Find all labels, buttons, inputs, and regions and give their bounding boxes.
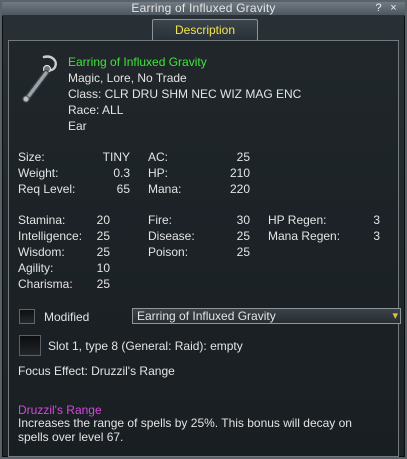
item-flags: Magic, Lore, No Trade	[68, 71, 187, 85]
close-button[interactable]: ×	[388, 2, 399, 14]
item-variant-dropdown[interactable]: Earring of Influxed Gravity ▾	[132, 308, 401, 324]
stamina-label: Stamina:	[18, 213, 66, 227]
charisma-value: 25	[96, 277, 110, 291]
augment-slot-box[interactable]	[19, 335, 41, 356]
fire-resist-label: Fire:	[148, 213, 172, 227]
item-name: Earring of Influxed Gravity	[68, 55, 207, 69]
item-race: Race: ALL	[68, 103, 124, 117]
modified-checkbox[interactable]	[19, 309, 35, 324]
mana-label: Mana:	[148, 182, 182, 196]
description-panel	[8, 40, 399, 457]
req-level-value: 65	[116, 182, 130, 196]
ac-value: 25	[236, 150, 250, 164]
req-level-label: Req Level:	[18, 182, 76, 196]
mana-regen-value: 3	[373, 229, 380, 243]
disease-resist-value: 25	[236, 229, 250, 243]
mana-value: 220	[229, 182, 250, 196]
hp-value: 210	[229, 166, 250, 180]
item-display-window: Earring of Influxed Gravity ? × Descript…	[0, 0, 407, 459]
augment-slot-text: Slot 1, type 8 (General: Raid): empty	[48, 339, 243, 353]
weight-value: 0.3	[113, 166, 130, 180]
wisdom-label: Wisdom:	[18, 245, 65, 259]
item-classes: Class: CLR DRU SHM NEC WIZ MAG ENC	[68, 87, 302, 101]
dropdown-selected-value: Earring of Influxed Gravity	[137, 309, 276, 323]
size-value: TINY	[102, 150, 130, 164]
item-slot: Ear	[68, 119, 87, 133]
modified-label: Modified	[44, 310, 90, 324]
help-button[interactable]: ?	[373, 2, 384, 14]
focus-effect-text: Focus Effect: Druzzil's Range	[18, 364, 175, 378]
tab-description[interactable]: Description	[152, 19, 258, 41]
focus-spell-name: Druzzil's Range	[18, 403, 102, 417]
poison-resist-label: Poison:	[148, 245, 189, 259]
agility-label: Agility:	[18, 261, 54, 275]
title-bar[interactable]: Earring of Influxed Gravity ? ×	[2, 1, 405, 16]
poison-resist-value: 25	[236, 245, 250, 259]
earring-icon	[22, 55, 57, 103]
chevron-down-icon[interactable]: ▾	[392, 309, 398, 323]
stamina-value: 20	[96, 213, 110, 227]
mana-regen-label: Mana Regen:	[268, 229, 341, 243]
intelligence-label: Intelligence:	[18, 229, 83, 243]
fire-resist-value: 30	[236, 213, 250, 227]
window-title: Earring of Influxed Gravity	[131, 1, 276, 15]
disease-resist-label: Disease:	[148, 229, 195, 243]
ac-label: AC:	[148, 150, 169, 164]
hp-label: HP:	[148, 166, 169, 180]
hp-regen-label: HP Regen:	[268, 213, 327, 227]
focus-description-line2: spells over level 67.	[18, 430, 124, 444]
focus-description-line1: Increases the range of spells by 25%. Th…	[18, 416, 352, 430]
wisdom-value: 25	[96, 245, 110, 259]
weight-label: Weight:	[18, 166, 59, 180]
intelligence-value: 25	[96, 229, 110, 243]
charisma-label: Charisma:	[18, 277, 73, 291]
hp-regen-value: 3	[373, 213, 380, 227]
agility-value: 10	[96, 261, 110, 275]
size-label: Size:	[18, 150, 45, 164]
